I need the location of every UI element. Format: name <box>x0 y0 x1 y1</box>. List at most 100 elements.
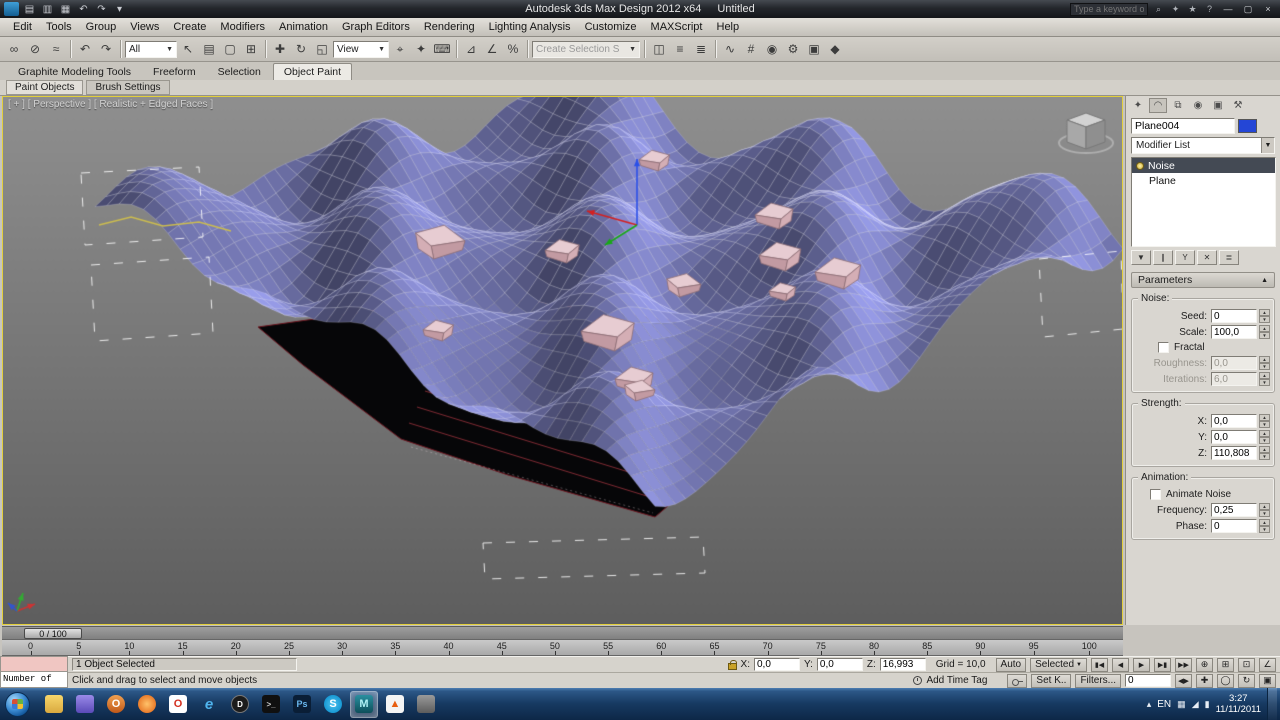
modifier-enabled-icon[interactable] <box>1136 161 1144 170</box>
taskbar-clock[interactable]: 3:27 11/11/2011 <box>1216 693 1261 715</box>
field-of-view-icon[interactable]: ∠ <box>1259 657 1276 672</box>
maximize-viewport-icon[interactable]: ▣ <box>1259 673 1276 688</box>
auto-key-button[interactable]: Auto <box>995 657 1027 672</box>
open-file-icon[interactable]: ▥ <box>40 2 55 16</box>
minimize-button[interactable]: — <box>1220 4 1236 14</box>
mini-listener-macro-row[interactable] <box>0 656 68 672</box>
redo-icon[interactable]: ↷ <box>94 2 109 16</box>
key-filters-button[interactable]: Filters... <box>1075 673 1121 688</box>
scale-spinner[interactable]: ▲ ▼ <box>1259 325 1270 339</box>
unlink-selection-icon[interactable]: ⊘ <box>25 39 45 59</box>
perspective-viewport[interactable]: [ + ] [ Perspective ] [ Realistic + Edge… <box>2 96 1123 625</box>
taskbar-vlc-icon[interactable]: ▲ <box>381 691 409 718</box>
orbit-icon[interactable]: ↻ <box>1238 673 1255 688</box>
seed-field[interactable] <box>1211 309 1257 323</box>
object-name-field[interactable] <box>1131 118 1235 134</box>
strength-y-spinner[interactable]: ▲ ▼ <box>1259 430 1270 444</box>
menu-item-6[interactable]: Animation <box>272 18 335 36</box>
schematic-view-icon[interactable]: # <box>741 39 761 59</box>
menu-item-7[interactable]: Graph Editors <box>335 18 417 36</box>
language-indicator[interactable]: EN <box>1157 699 1171 710</box>
menu-item-10[interactable]: Customize <box>578 18 644 36</box>
menu-item-12[interactable]: Help <box>710 18 747 36</box>
communication-center-icon[interactable]: ✦ <box>1169 4 1182 15</box>
ribbon-tab-2[interactable]: Selection <box>208 64 271 80</box>
curve-editor-icon[interactable]: ∿ <box>720 39 740 59</box>
select-object-icon[interactable]: ↖ <box>178 39 198 59</box>
frequency-spinner[interactable]: ▲ ▼ <box>1259 503 1270 517</box>
menu-item-8[interactable]: Rendering <box>417 18 482 36</box>
taskbar-powerpoint-icon[interactable]: O <box>102 691 130 718</box>
motion-tab-icon[interactable]: ◉ <box>1189 98 1207 113</box>
time-slider-knob[interactable]: 0 / 100 <box>24 628 82 639</box>
window-crossing-icon[interactable]: ⊞ <box>241 39 261 59</box>
selection-filter-dropdown[interactable]: All ▼ <box>125 40 177 58</box>
modifier-stack-item-noise[interactable]: Noise <box>1132 158 1275 173</box>
zoom-all-icon[interactable]: ⊞ <box>1217 657 1234 672</box>
new-scene-icon[interactable]: ▤ <box>22 2 37 16</box>
show-hidden-icons-icon[interactable]: ▴ <box>1147 699 1152 710</box>
close-button[interactable]: × <box>1260 4 1276 14</box>
align-icon[interactable]: ≡ <box>670 39 690 59</box>
seed-spinner[interactable]: ▲ ▼ <box>1259 309 1270 323</box>
roughness-field[interactable] <box>1211 356 1257 370</box>
show-desktop-button[interactable] <box>1267 688 1277 720</box>
menu-item-1[interactable]: Tools <box>39 18 79 36</box>
ribbon-panel-tab-1[interactable]: Brush Settings <box>86 80 170 95</box>
taskbar-folder-icon[interactable] <box>40 691 68 718</box>
taskbar-opera-icon[interactable]: O <box>164 691 192 718</box>
set-key-icon-button[interactable] <box>1007 673 1028 688</box>
viewport-label[interactable]: [ + ] [ Perspective ] [ Realistic + Edge… <box>8 99 213 110</box>
mirror-icon[interactable]: ◫ <box>649 39 669 59</box>
select-and-scale-icon[interactable]: ◱ <box>312 39 332 59</box>
taskbar-photoshop-icon[interactable]: Ps <box>288 691 316 718</box>
roughness-spinner[interactable]: ▲ ▼ <box>1259 356 1270 370</box>
angle-snap-icon[interactable]: ∠ <box>482 39 502 59</box>
key-mode-toggle[interactable]: ◀▶ <box>1175 673 1192 688</box>
network-icon[interactable]: ▦ <box>1177 699 1186 710</box>
modify-tab-icon[interactable]: ◠ <box>1149 98 1167 113</box>
add-time-tag[interactable]: Add Time Tag <box>926 675 987 686</box>
taskbar-firefox-icon[interactable] <box>133 691 161 718</box>
use-pivot-center-icon[interactable]: ⌖ <box>390 39 410 59</box>
layer-manager-icon[interactable]: ≣ <box>691 39 711 59</box>
keyboard-shortcut-override-icon[interactable]: ⌨ <box>432 39 452 59</box>
pin-stack-icon[interactable]: ▼ <box>1131 250 1151 265</box>
snap-toggle-icon[interactable]: ⊿ <box>461 39 481 59</box>
menu-item-0[interactable]: Edit <box>6 18 39 36</box>
coord-y-field[interactable] <box>816 658 863 671</box>
search-icon[interactable]: ⌕ <box>1152 4 1165 15</box>
render-setup-icon[interactable]: ⚙ <box>783 39 803 59</box>
select-and-rotate-icon[interactable]: ↻ <box>291 39 311 59</box>
ribbon-tab-1[interactable]: Freeform <box>143 64 206 80</box>
select-and-manipulate-icon[interactable]: ✦ <box>411 39 431 59</box>
parameters-rollout-header[interactable]: Parameters ▲ <box>1131 272 1275 288</box>
remove-modifier-icon[interactable]: ✕ <box>1197 250 1217 265</box>
start-button[interactable] <box>5 691 30 717</box>
scale-field[interactable] <box>1211 325 1257 339</box>
strength-z-field[interactable] <box>1211 446 1257 460</box>
object-color-swatch[interactable] <box>1238 119 1257 133</box>
current-frame-field[interactable] <box>1125 674 1171 687</box>
taskbar-3dsmax-icon[interactable]: M <box>350 690 378 718</box>
menu-item-2[interactable]: Group <box>79 18 124 36</box>
create-tab-icon[interactable]: ✦ <box>1129 98 1147 113</box>
hierarchy-tab-icon[interactable]: ⧉ <box>1169 98 1187 113</box>
render-production-icon[interactable]: ◆ <box>825 39 845 59</box>
mini-listener-script-row[interactable]: Number of <box>0 672 68 688</box>
phase-spinner[interactable]: ▲ ▼ <box>1259 519 1270 533</box>
viewport-canvas[interactable] <box>3 97 1122 624</box>
frequency-field[interactable] <box>1211 503 1257 517</box>
maxscript-mini-listener[interactable]: Number of <box>0 656 68 688</box>
undo-scene-icon[interactable]: ↶ <box>75 39 95 59</box>
percent-snap-icon[interactable]: % <box>503 39 523 59</box>
selected-mode-dropdown[interactable]: Selected ▼ <box>1030 657 1087 672</box>
taskbar-skype-icon[interactable]: S <box>319 691 347 718</box>
menu-item-9[interactable]: Lighting Analysis <box>482 18 578 36</box>
selection-lock-icon[interactable] <box>727 659 737 670</box>
menu-item-3[interactable]: Views <box>123 18 166 36</box>
animate-noise-checkbox[interactable] <box>1150 489 1161 500</box>
strength-x-field[interactable] <box>1211 414 1257 428</box>
save-file-icon[interactable]: ▦ <box>58 2 73 16</box>
taskbar-media-app-icon[interactable] <box>71 691 99 718</box>
